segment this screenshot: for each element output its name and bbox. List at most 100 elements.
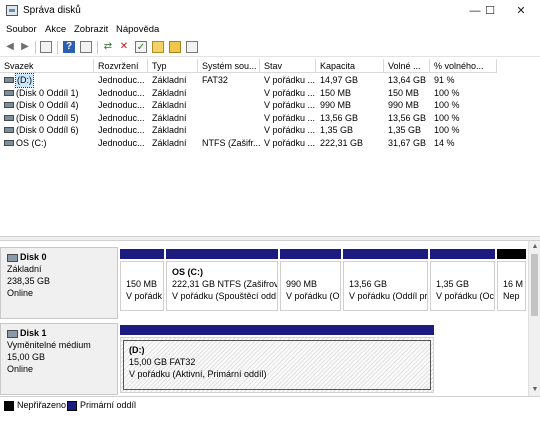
disk-0-partition-4[interactable]: 990 MB V pořádku (O [280, 249, 341, 311]
volume-type: Základní [152, 100, 187, 110]
volume-percent-free: 100 % [434, 125, 460, 135]
partition-size: 13,56 GB [349, 279, 388, 289]
delete-icon[interactable]: ✕ [118, 41, 130, 53]
volume-percent-free: 91 % [434, 75, 455, 85]
volume-row[interactable]: (Disk 0 Oddíl 4) Jednoduc... Základní V … [0, 99, 540, 112]
disk-1-label[interactable]: Disk 1 Vyměnitelné médium 15,00 GB Onlin… [0, 323, 118, 395]
volume-row[interactable]: (Disk 0 Oddíl 1) Jednoduc... Základní V … [0, 87, 540, 100]
disk-0-partition-os[interactable]: OS (C:) 222,31 GB NTFS (Zašifrová V pořádk… [166, 249, 278, 311]
help-icon[interactable]: ? [63, 41, 75, 53]
details-icon[interactable] [186, 41, 198, 53]
volume-filesystem [198, 87, 260, 100]
volume-status: V pořádku ... [264, 137, 316, 148]
volume-capacity: 13,56 GB [320, 112, 359, 123]
volume-layout: Jednoduc... [98, 75, 145, 85]
forward-arrow-icon[interactable]: ▶ [19, 41, 31, 53]
open-folder-icon[interactable] [169, 41, 181, 53]
partition-status: V pořádku (O [286, 291, 340, 301]
volume-capacity: 150 MB [320, 87, 352, 98]
scroll-thumb[interactable] [531, 254, 538, 316]
disk-1-type: Vyměnitelné médium [7, 340, 91, 350]
partition-status: Nep [503, 291, 520, 301]
volume-filesystem: FAT32 [202, 75, 228, 85]
connect-icon[interactable]: ⇄ [102, 41, 114, 53]
properties-icon[interactable] [80, 41, 92, 53]
console-tree-icon[interactable] [40, 41, 52, 53]
volume-layout: Jednoduc... [98, 137, 145, 148]
legend-unallocated: Nepřiřazeno [17, 400, 67, 410]
volume-name: (Disk 0 Oddíl 1) [16, 87, 79, 98]
volume-filesystem [198, 124, 260, 137]
column-header-filesystem[interactable]: Systém sou... [198, 59, 260, 73]
volume-free: 13,64 GB [388, 75, 427, 85]
window-title: Správa disků [23, 5, 81, 16]
volume-percent-free: 100 % [434, 100, 460, 110]
scroll-down-icon[interactable]: ▼ [529, 384, 540, 396]
menu-napoveda[interactable]: Nápověda [116, 24, 159, 35]
primary-legend-icon [67, 401, 77, 411]
column-header-capacity[interactable]: Kapacita [316, 59, 384, 73]
disk-0-partition-1[interactable]: 150 MB V pořádk [120, 249, 164, 311]
disk-management-icon [6, 5, 18, 16]
disk-view-scrollbar[interactable]: ▲ ▼ [528, 241, 540, 396]
partition-size: 990 MB [286, 279, 318, 289]
partition-status: V pořádku (Aktivní, Primární oddíl) [129, 369, 267, 379]
volume-free: 1,35 GB [388, 125, 422, 135]
new-icon[interactable] [152, 41, 164, 53]
partition-status: V pořádk [126, 291, 163, 301]
volume-free: 31,67 GB [388, 137, 427, 148]
volume-status: V pořádku ... [264, 87, 316, 98]
volume-capacity: 1,35 GB [320, 125, 354, 135]
column-header-volume[interactable]: Svazek [0, 59, 94, 73]
volume-row[interactable]: (D:) Jednoduc... Základní FAT32 V pořádk… [0, 73, 540, 88]
partition-status: V pořádku (Oddíl pr [349, 291, 428, 301]
menu-zobrazit[interactable]: Zobrazit [74, 24, 108, 35]
menu-soubor[interactable]: Soubor [6, 24, 37, 35]
volume-capacity: 222,31 GB [320, 137, 364, 148]
volume-status: V pořádku ... [264, 75, 316, 85]
partition-title: OS (C:) [172, 267, 203, 277]
legend-primary: Primární oddíl [80, 400, 137, 410]
volume-percent-free: 100 % [434, 112, 460, 123]
volume-status: V pořádku ... [264, 112, 316, 123]
volume-layout: Jednoduc... [98, 87, 145, 98]
column-header-layout[interactable]: Rozvržení [94, 59, 148, 73]
column-header-type[interactable]: Typ [148, 59, 198, 73]
volume-type: Základní [152, 75, 187, 85]
column-header-percent-free[interactable]: % volného... [430, 59, 497, 73]
volume-capacity: 990 MB [320, 100, 352, 110]
disk-0-partition-5[interactable]: 13,56 GB V pořádku (Oddíl pr [343, 249, 428, 311]
disk-0-label[interactable]: Disk 0 Základní 238,35 GB Online [0, 247, 118, 319]
volume-filesystem: NTFS (Zašifr... [202, 137, 260, 148]
volume-row[interactable]: OS (C:) Jednoduc... Základní NTFS (Zašif… [0, 137, 540, 150]
volume-icon [4, 77, 14, 83]
maximize-button[interactable]: ☐ [477, 2, 503, 20]
volume-list: Svazek Rozvržení Typ Systém sou... Stav … [0, 59, 540, 236]
unallocated-legend-icon [4, 401, 14, 411]
back-arrow-icon[interactable]: ◀ [4, 41, 16, 53]
disk-0-state: Online [7, 288, 34, 298]
column-header-free[interactable]: Volné ... [384, 59, 430, 73]
column-header-status[interactable]: Stav [260, 59, 316, 73]
toolbar: ◀ ▶ ? ⇄ ✕ ✓ [0, 38, 540, 57]
partition-status: V pořádku (Spouštěcí oddí [172, 291, 278, 301]
check-icon[interactable]: ✓ [135, 41, 147, 53]
disk-1-partition-d[interactable]: (D:) 15,00 GB FAT32 V pořádku (Aktivní, … [120, 325, 434, 393]
volume-name: (Disk 0 Oddíl 6) [16, 125, 79, 135]
disk-view: Disk 0 Základní 238,35 GB Online 150 MB V… [0, 241, 540, 396]
volume-layout: Jednoduc... [98, 125, 145, 135]
menu-bar: Soubor Akce Zobrazit Nápověda [0, 22, 540, 38]
menu-akce[interactable]: Akce [45, 24, 66, 35]
volume-name: (Disk 0 Oddíl 4) [16, 100, 79, 110]
volume-row[interactable]: (Disk 0 Oddíl 5) Jednoduc... Základní V … [0, 112, 540, 125]
volume-status: V pořádku ... [264, 100, 316, 110]
volume-filesystem [198, 112, 260, 125]
disk-1-state: Online [7, 364, 34, 374]
partition-size: 222,31 GB NTFS (Zašifrová [172, 279, 278, 289]
close-button[interactable]: ✕ [508, 2, 534, 20]
disk-0-unallocated[interactable]: 16 M Nep [497, 249, 526, 311]
volume-row[interactable]: (Disk 0 Oddíl 6) Jednoduc... Základní V … [0, 124, 540, 137]
disk-0-partition-6[interactable]: 1,35 GB V pořádku (Oc [430, 249, 495, 311]
scroll-up-icon[interactable]: ▲ [529, 241, 540, 253]
disk-0-type: Základní [7, 264, 42, 274]
